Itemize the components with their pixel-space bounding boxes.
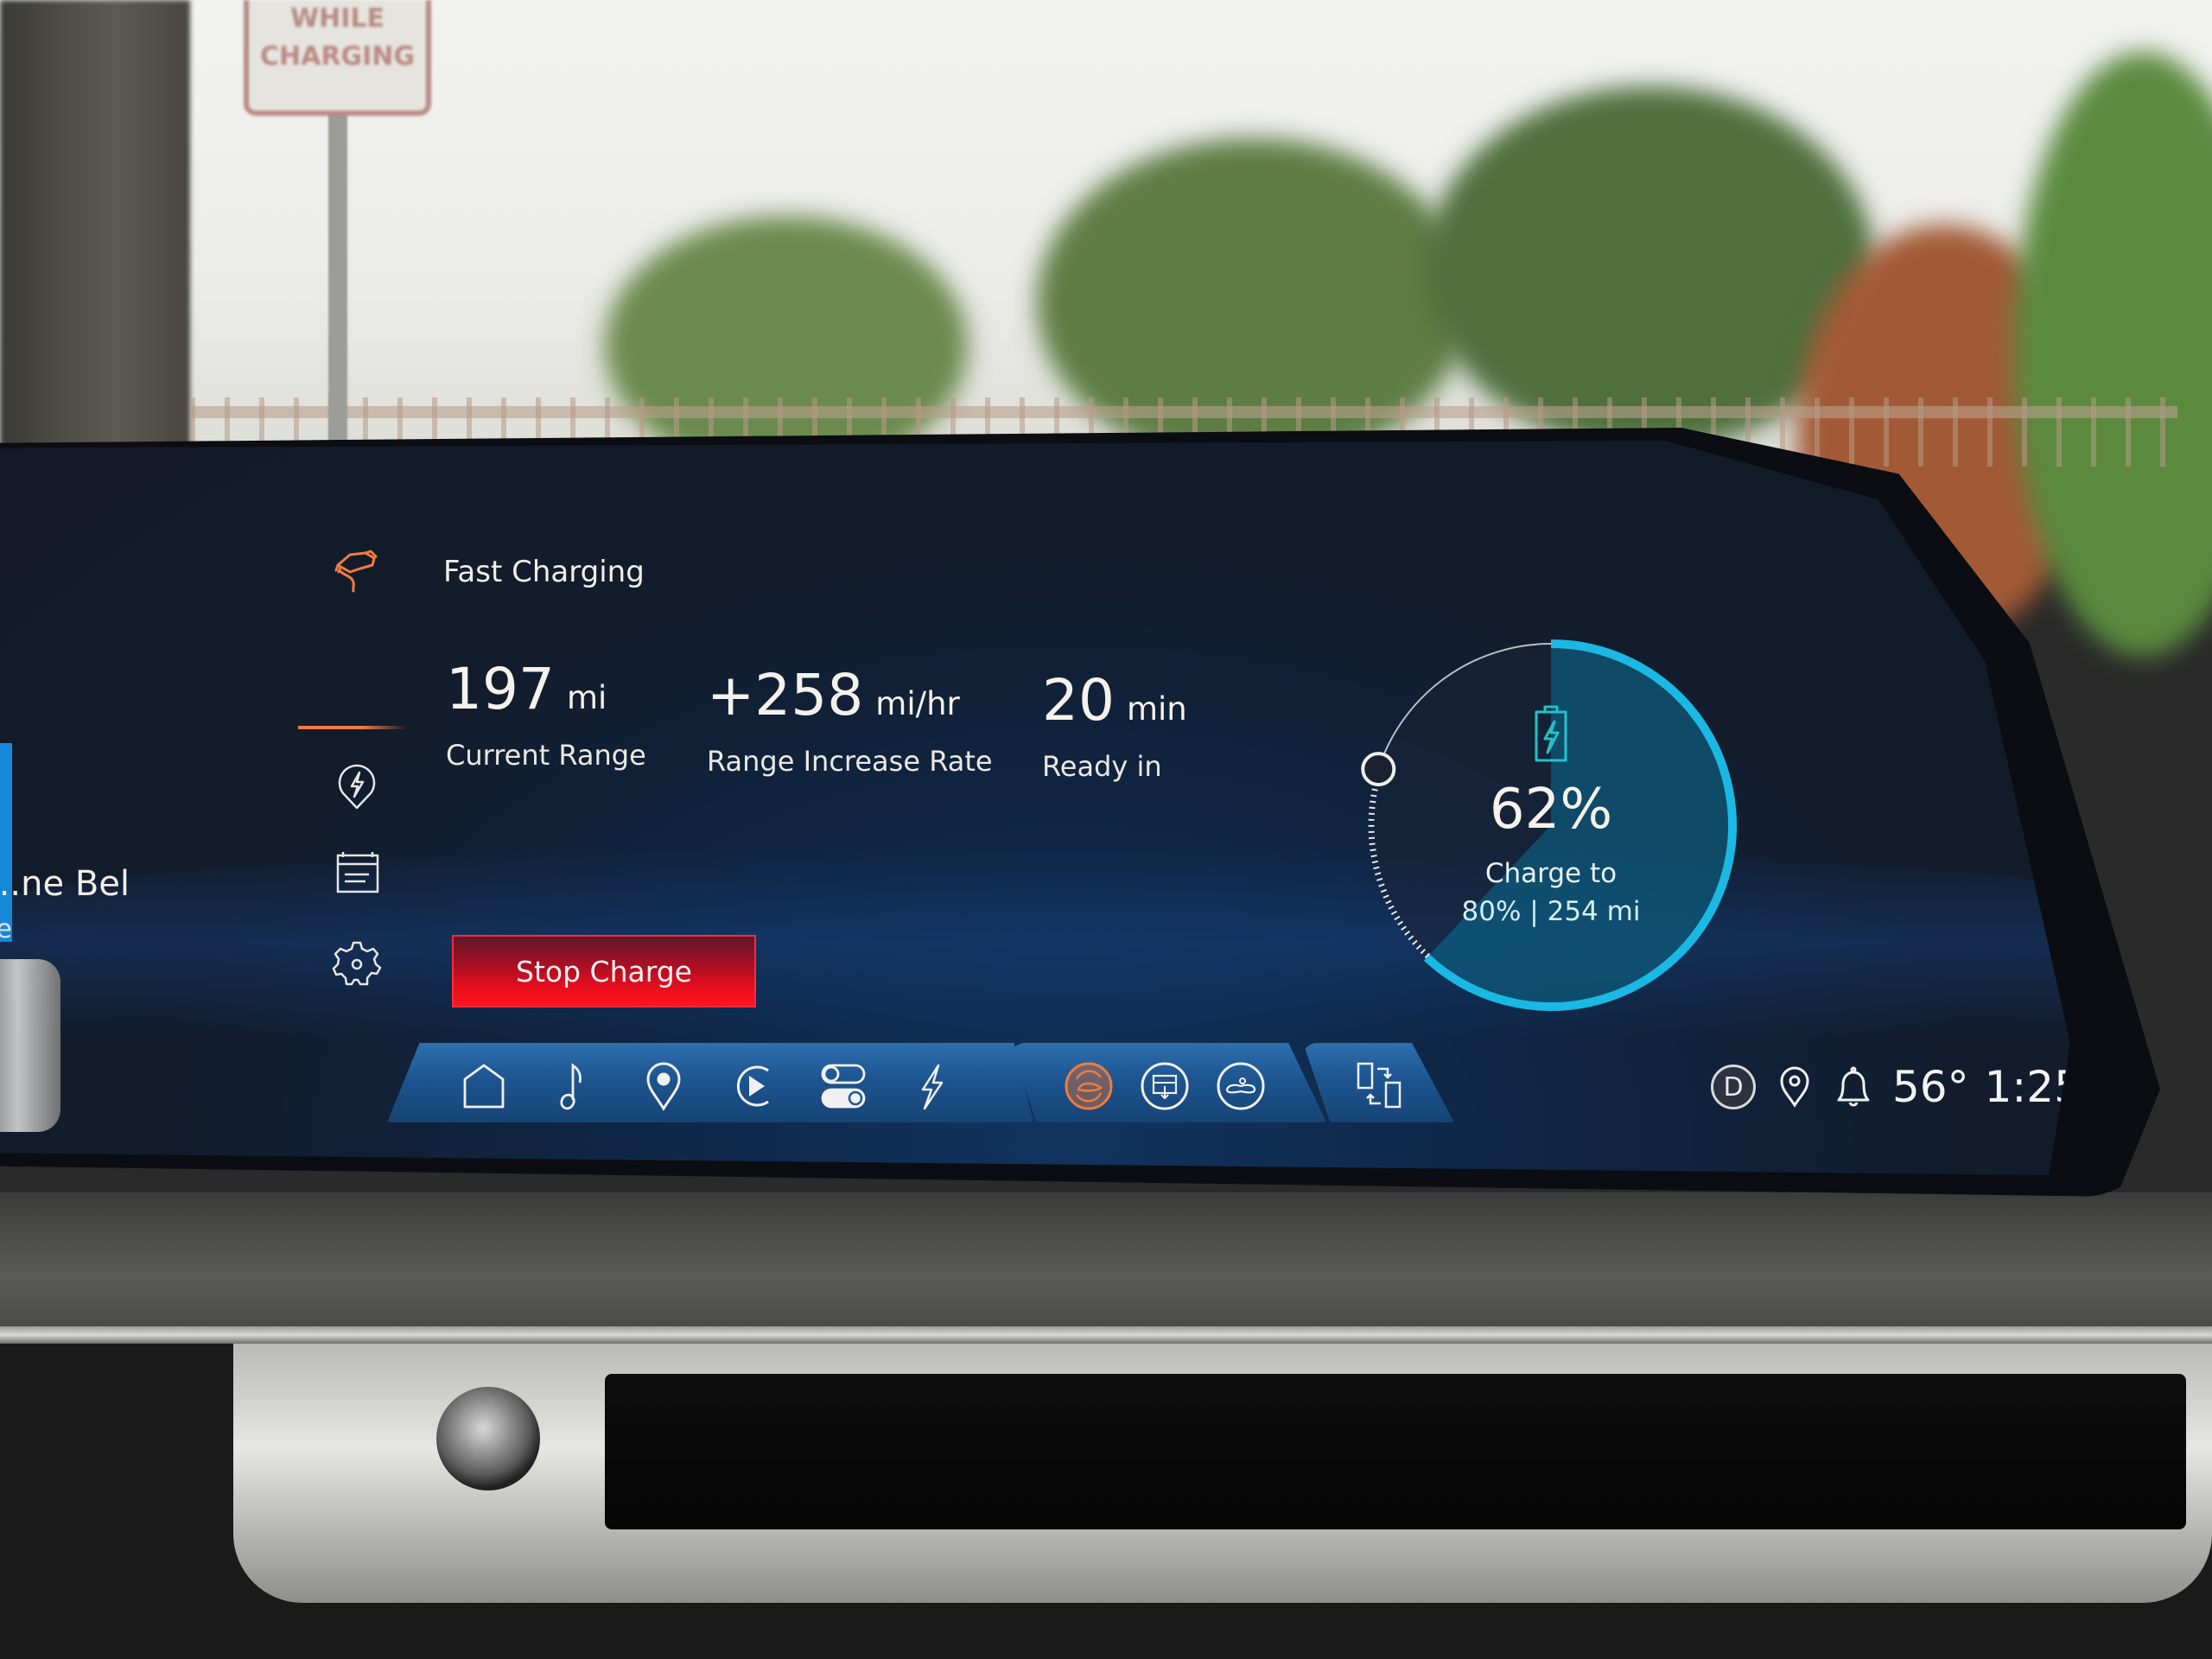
- charger-plug-icon[interactable]: [331, 544, 383, 596]
- left-media-subtitle: e: [0, 914, 12, 944]
- ready-label: Ready in: [1042, 750, 1162, 783]
- dock-phone-projection: [1303, 1043, 1454, 1122]
- range-unit: mi: [566, 679, 607, 716]
- battery-charging-icon: [1528, 704, 1574, 765]
- active-tab-underline: [298, 726, 406, 729]
- home-icon[interactable]: [458, 1060, 510, 1112]
- gear-indicator: D: [1711, 1065, 1756, 1109]
- page-title: Fast Charging: [443, 555, 645, 589]
- media-play-icon[interactable]: [728, 1060, 780, 1112]
- charging-station-pin-icon[interactable]: [331, 760, 383, 812]
- charge-percent: 62%: [1489, 778, 1613, 842]
- vent-knob: [436, 1387, 540, 1491]
- defrost-icon[interactable]: [1139, 1060, 1191, 1112]
- stat-range-increase-rate: +258 mi/hr Range Increase Rate: [707, 667, 993, 779]
- ready-value: 20: [1042, 667, 1115, 734]
- key-fob: [0, 959, 60, 1132]
- rate-unit: mi/hr: [875, 685, 960, 722]
- stop-charge-button[interactable]: Stop Charge: [452, 935, 756, 1007]
- outside-temperature: 56°: [1892, 1062, 1969, 1112]
- stat-ready-in: 20 min Ready in: [1042, 672, 1187, 784]
- charge-target-value: 80% | 254 mi: [1461, 896, 1641, 927]
- notification-bell-icon[interactable]: [1834, 1065, 1873, 1109]
- background-wave: [0, 847, 2070, 1037]
- air-vent: [605, 1374, 2186, 1529]
- dock-main-apps: [387, 1043, 1033, 1122]
- climate-recirculation-icon[interactable]: [1063, 1060, 1115, 1112]
- seat-heat-icon[interactable]: [1215, 1060, 1267, 1112]
- left-media-title: ne Bel...: [0, 864, 130, 904]
- dashboard-top: [0, 1192, 2212, 1331]
- music-note-icon[interactable]: [547, 1060, 599, 1112]
- parking-sign: WHILE CHARGING: [244, 0, 431, 116]
- location-pin-icon[interactable]: [1775, 1065, 1815, 1109]
- left-media-card[interactable]: [0, 743, 12, 942]
- phone-swap-icon[interactable]: [1353, 1060, 1405, 1112]
- stat-current-range: 197 mi Current Range: [446, 661, 646, 772]
- status-bar: D 56° 1:25: [1711, 1061, 2070, 1113]
- ready-unit: min: [1126, 690, 1187, 728]
- charge-gauge: 62% Charge to 80% | 254 mi: [1344, 618, 1758, 1033]
- rate-value: +258: [707, 662, 864, 728]
- range-value: 197: [446, 656, 555, 722]
- dashboard-trim: [0, 1326, 2212, 1344]
- settings-gear-icon[interactable]: [331, 938, 383, 989]
- energy-bolt-icon[interactable]: [906, 1060, 957, 1112]
- rate-label: Range Increase Rate: [707, 745, 993, 778]
- range-label: Current Range: [446, 739, 646, 772]
- infotainment-screen: ne Bel... e: [0, 441, 2070, 1175]
- dock-climate-controls: [1011, 1043, 1326, 1122]
- background-tree-trunk: [0, 0, 190, 449]
- toggle-controls-icon[interactable]: [817, 1060, 869, 1112]
- map-pin-icon[interactable]: [638, 1060, 690, 1112]
- sign-post: [328, 111, 347, 456]
- charge-target-label: Charge to: [1484, 858, 1618, 889]
- schedule-calendar-icon[interactable]: [331, 847, 383, 899]
